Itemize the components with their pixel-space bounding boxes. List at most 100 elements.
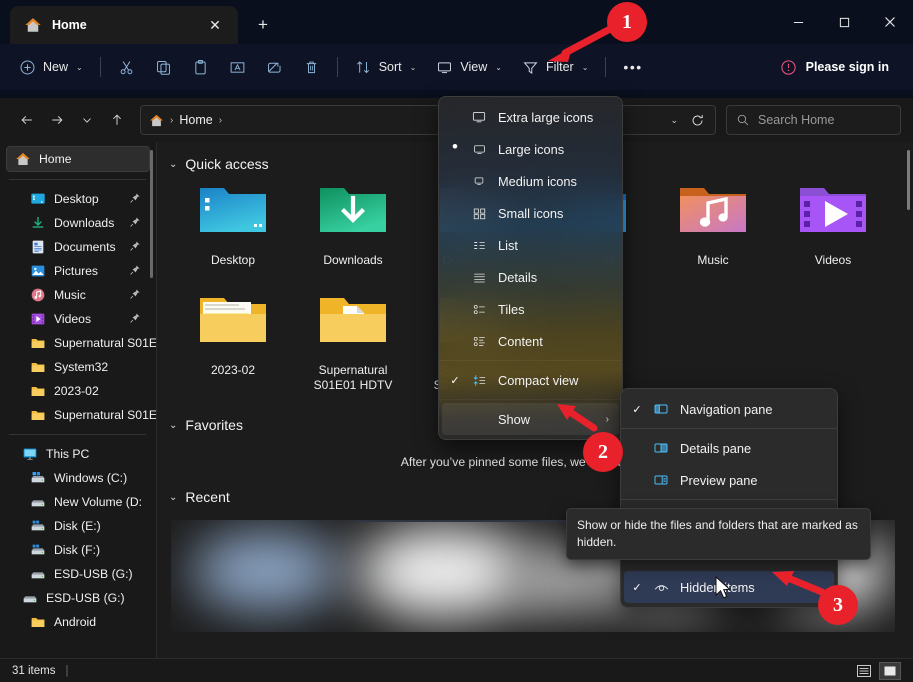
menu-item-content[interactable]: Content: [442, 325, 619, 357]
sidebar-scrollbar[interactable]: [150, 150, 153, 278]
pin-icon: [129, 216, 141, 228]
paste-button[interactable]: [183, 51, 218, 83]
maximize-button[interactable]: [821, 0, 867, 44]
up-button[interactable]: [102, 105, 132, 135]
search-input[interactable]: Search Home: [758, 113, 834, 127]
copy-button[interactable]: [146, 51, 181, 83]
alert-circle-icon: [780, 59, 797, 76]
sidebar-item-android[interactable]: Android: [6, 610, 150, 634]
show-submenu: ✓ Navigation pane Details pane: [620, 388, 838, 608]
tile-label: Downloads: [293, 253, 413, 268]
sidebar-item-supernatural-2[interactable]: Supernatural S01E: [6, 403, 150, 427]
menu-item-tiles[interactable]: Tiles: [442, 293, 619, 325]
annotation-badge-3: 3: [818, 585, 858, 625]
breadcrumb-dropdown-icon[interactable]: ⌄: [664, 115, 684, 126]
sort-button[interactable]: Sort ⌄: [346, 51, 426, 83]
menu-item-medium-icons[interactable]: Medium icons: [442, 165, 619, 197]
sidebar-item-label: System32: [54, 360, 108, 374]
back-button[interactable]: [12, 105, 42, 135]
folder-icon: [30, 359, 46, 375]
sidebar-item-esd-usb-g-2[interactable]: ESD-USB (G:): [6, 586, 150, 610]
sidebar-item-system32[interactable]: System32: [6, 355, 150, 379]
filter-button[interactable]: Filter ⌄: [513, 51, 597, 83]
search-box[interactable]: Search Home: [726, 105, 901, 135]
sidebar-item-supernatural-1[interactable]: Supernatural S01E: [6, 331, 150, 355]
menu-item-list[interactable]: List: [442, 229, 619, 261]
breadcrumb-bar[interactable]: › Home › ⌄: [140, 105, 716, 135]
sort-icon: [355, 59, 372, 76]
menu-item-compact-view[interactable]: ✓ Compact view: [442, 364, 619, 396]
cut-button[interactable]: [109, 51, 144, 83]
refresh-button[interactable]: [690, 113, 707, 128]
menu-item-small-icons[interactable]: Small icons: [442, 197, 619, 229]
chevron-right-icon: ›: [606, 414, 609, 425]
sidebar-item-label: Desktop: [54, 192, 99, 206]
sidebar-item-this-pc[interactable]: This PC: [6, 442, 150, 466]
tile-downloads[interactable]: Downloads: [293, 180, 413, 268]
sidebar-item-label: ESD-USB (G:): [46, 591, 125, 605]
forward-button[interactable]: [42, 105, 72, 135]
eye-icon: [650, 579, 672, 596]
scissors-icon: [118, 59, 135, 76]
sidebar-item-new-volume-d[interactable]: New Volume (D:: [6, 490, 150, 514]
tile-label: Supernatural S01E01 HDTV: [293, 363, 413, 393]
menu-item-extra-large-icons[interactable]: Extra large icons: [442, 101, 619, 133]
close-button[interactable]: [867, 0, 913, 44]
tile-supernatural-1[interactable]: Supernatural S01E01 HDTV: [293, 290, 413, 393]
delete-button[interactable]: [294, 51, 329, 83]
share-button[interactable]: [257, 51, 292, 83]
large-icons-view-button[interactable]: [879, 662, 901, 680]
submenu-item-details-pane[interactable]: Details pane: [624, 432, 834, 464]
menu-item-show[interactable]: Show ›: [442, 403, 619, 435]
submenu-item-preview-pane[interactable]: Preview pane: [624, 464, 834, 496]
sidebar-item-label: Downloads: [54, 216, 114, 230]
new-button[interactable]: New ⌄: [10, 51, 92, 83]
tile-videos[interactable]: Videos: [773, 180, 893, 268]
tile-desktop[interactable]: Desktop: [173, 180, 293, 268]
sidebar-item-videos[interactable]: Videos: [6, 307, 150, 331]
menu-item-label: Extra large icons: [498, 110, 593, 125]
sidebar-item-music[interactable]: Music: [6, 283, 150, 307]
sidebar-item-disk-f[interactable]: Disk (F:): [6, 538, 150, 562]
new-label: New: [43, 60, 68, 74]
more-options-button[interactable]: •••: [614, 51, 651, 83]
minimize-button[interactable]: [775, 0, 821, 44]
sidebar-item-pictures[interactable]: Pictures: [6, 259, 150, 283]
breadcrumb-home[interactable]: Home: [179, 113, 212, 127]
chevron-down-icon: [80, 113, 94, 127]
divider: [9, 179, 146, 180]
home-icon: [15, 151, 31, 167]
sidebar-item-esd-usb-g-1[interactable]: ESD-USB (G:): [6, 562, 150, 586]
new-tab-button[interactable]: +: [246, 9, 280, 41]
content-scrollbar[interactable]: [907, 150, 910, 210]
sidebar-item-2023-02[interactable]: 2023-02: [6, 379, 150, 403]
tooltip-text: Show or hide the files and folders that …: [577, 518, 858, 549]
tile-2023-02[interactable]: 2023-02: [173, 290, 293, 393]
sidebar-item-disk-e[interactable]: Disk (E:): [6, 514, 150, 538]
rename-button[interactable]: [220, 51, 255, 83]
details-view-icon: [857, 665, 871, 677]
sidebar-item-desktop[interactable]: Desktop: [6, 187, 150, 211]
view-toggle-group: [853, 662, 901, 680]
drive-windows-icon: [30, 542, 46, 558]
refresh-icon: [690, 113, 705, 128]
monitor-icon: [436, 59, 453, 76]
sidebar-item-downloads[interactable]: Downloads: [6, 211, 150, 235]
details-view-button[interactable]: [853, 662, 875, 680]
menu-item-large-icons[interactable]: • Large icons: [442, 133, 619, 165]
submenu-item-navigation-pane[interactable]: ✓ Navigation pane: [624, 393, 834, 425]
sidebar-item-label: Android: [54, 615, 96, 629]
tab-home[interactable]: Home ✕: [10, 6, 238, 44]
drive-icon: [30, 566, 46, 582]
sidebar-item-windows-c[interactable]: Windows (C:): [6, 466, 150, 490]
sign-in-button[interactable]: Please sign in: [772, 51, 897, 83]
view-dropdown-menu: Extra large icons • Large icons Medium i…: [438, 96, 623, 440]
tile-music[interactable]: Music: [653, 180, 773, 268]
menu-item-details[interactable]: Details: [442, 261, 619, 293]
sidebar-item-documents[interactable]: Documents: [6, 235, 150, 259]
recent-locations-button[interactable]: [72, 105, 102, 135]
tab-close-button[interactable]: ✕: [202, 12, 228, 38]
videos-icon: [30, 311, 46, 327]
sidebar-item-home[interactable]: Home: [6, 146, 150, 172]
view-button[interactable]: View ⌄: [427, 51, 511, 83]
